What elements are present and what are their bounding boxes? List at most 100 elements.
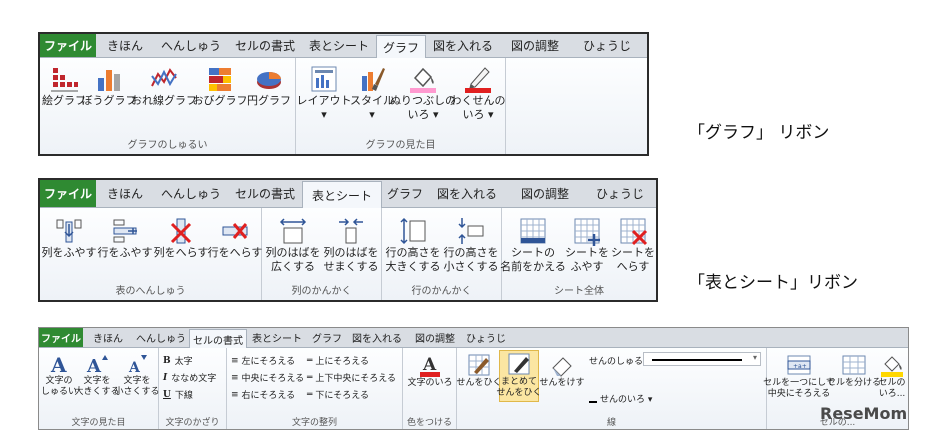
narrow-column-icon [339, 218, 363, 244]
tab-file[interactable]: ファイル [40, 180, 96, 207]
tab-cell-format[interactable]: セルの書式 [228, 34, 302, 57]
tab-graph[interactable]: グラフ [376, 35, 426, 58]
delete-row-button[interactable]: 行をへらす [208, 216, 262, 260]
align-top-button[interactable]: ═ 上にそろえる [307, 354, 369, 368]
tab-graph[interactable]: グラフ [382, 180, 428, 207]
grow-font-label: 文字を [83, 376, 111, 386]
tab-henshu[interactable]: へんしゅう [133, 328, 189, 347]
underline-label: 下線 [174, 391, 193, 401]
widen-column-button[interactable]: 列のはばを 広くする [264, 216, 322, 274]
pictograph-chart-label: 絵グラフ [42, 94, 86, 107]
tab-henshu[interactable]: へんしゅう [154, 180, 228, 207]
group-label-color: 色をつける [406, 418, 452, 428]
bar-chart-button[interactable]: ぼうグラフ [82, 64, 137, 108]
style-dropdown-icon[interactable]: ▾ [369, 108, 375, 122]
tab-figure-adjust[interactable]: 図の調整 [506, 180, 584, 207]
tab-cell-format[interactable]: セルの書式 [228, 180, 302, 207]
tab-henshu[interactable]: へんしゅう [154, 34, 228, 57]
cell-color-label: セルの [878, 378, 906, 388]
group-whole-sheet: シートの 名前をかえる シートを ふやす シートを へらす シート全体 [500, 208, 656, 300]
merge-center-label-2: 中央にそろえる [767, 389, 831, 399]
group-label-whole-sheet: シート全体 [554, 286, 604, 297]
rename-sheet-button[interactable]: シートの 名前をかえる [500, 216, 566, 274]
group-label-table-edit: 表のへんしゅう [115, 286, 186, 297]
align-center-button[interactable]: ≡ 中央にそろえる [231, 371, 304, 385]
pie-chart-button[interactable]: 円グラフ [246, 64, 292, 108]
tab-insert-figure[interactable]: 図を入れる [426, 34, 500, 57]
rename-sheet-icon [520, 218, 546, 244]
grow-font-icon: A [86, 355, 108, 376]
align-center-icon: ≡ [231, 372, 239, 383]
stacked-bar-chart-button[interactable]: おびグラフ [193, 64, 248, 108]
tab-kihon[interactable]: きほん [83, 328, 133, 347]
erase-border-button[interactable]: せんをけす [540, 352, 585, 389]
italic-button[interactable]: I ななめ文字 [163, 371, 216, 385]
shorter-row-label: 行の高さを [443, 246, 499, 259]
group-chart-type: 絵グラフ ぼうグラフ おれ線グラフ おびグラフ 円グラフ グラフのしゅるい [40, 58, 296, 154]
tab-view[interactable]: ひょうじ [570, 34, 644, 57]
line-chart-button[interactable]: おれ線グラフ [131, 64, 197, 108]
font-color-button[interactable]: A 文字のいろ [405, 352, 455, 389]
graph-ribbon-body: 絵グラフ ぼうグラフ おれ線グラフ おびグラフ 円グラフ グラフのしゅるい レイ… [40, 58, 647, 154]
taller-row-label: 行の高さを [385, 246, 441, 259]
svg-text:+a+: +a+ [793, 363, 807, 370]
group-text-decoration: B 太字 I ななめ文字 U 下線 文字のかざり [159, 348, 227, 429]
tab-file[interactable]: ファイル [40, 34, 96, 57]
align-bottom-button[interactable]: ═ 下にそろえる [307, 388, 369, 402]
split-cells-button[interactable]: セルを分ける [827, 352, 881, 389]
align-middle-button[interactable]: ═ 上下中央にそろえる [307, 371, 396, 385]
draw-border-button[interactable]: せんをひく [457, 352, 502, 389]
layout-dropdown-icon[interactable]: ▾ [321, 108, 327, 122]
taller-row-button[interactable]: 行の高さを 大きくする [384, 216, 442, 274]
tab-kihon[interactable]: きほん [96, 180, 154, 207]
tab-file[interactable]: ファイル [39, 328, 83, 347]
style-button[interactable]: スタイル ▾ [350, 64, 394, 122]
bold-button[interactable]: B 太字 [163, 354, 193, 368]
shorter-row-button[interactable]: 行の高さを 小さくする [442, 216, 500, 274]
cell-color-button[interactable]: セルの いろ... [877, 352, 907, 400]
tab-view[interactable]: ひょうじ [584, 180, 656, 207]
fill-color-button[interactable]: ぬりつぶしの いろ ▾ [390, 64, 456, 122]
delete-sheet-button[interactable]: シートを へらす [610, 216, 656, 274]
draw-border-grid-button[interactable]: まとめて せんをひく [497, 350, 542, 402]
tab-insert-figure[interactable]: 図を入れる [347, 328, 407, 347]
style-brush-icon [362, 68, 385, 91]
tab-table-sheet[interactable]: 表とシート [302, 181, 382, 208]
add-row-button[interactable]: 行をふやす [98, 216, 153, 260]
narrow-column-button[interactable]: 列のはばを せまくする [322, 216, 380, 274]
align-left-button[interactable]: ≡ 左にそろえる [231, 354, 295, 368]
align-left-icon: ≡ [231, 355, 239, 366]
add-sheet-button[interactable]: シートを ふやす [564, 216, 610, 274]
group-text-look: A 文字の しゅるい A 文字を 大きくする A 文字を 小さくする 文字の見た… [39, 348, 160, 429]
group-label-column-width: 列のかんかく [291, 286, 352, 297]
line-chart-label: おれ線グラフ [131, 94, 197, 107]
tab-cell-format[interactable]: セルの書式 [189, 329, 247, 348]
border-color-button[interactable]: わくせんの いろ ▾ [451, 64, 506, 122]
delete-column-button[interactable]: 列をへらす [154, 216, 208, 260]
fill-color-label: ぬりつぶしの [389, 94, 457, 107]
add-column-label: 列をふやす [41, 246, 97, 259]
shrink-font-button[interactable]: A 文字を 小さくする [115, 352, 160, 398]
rename-sheet-label: シートの [511, 246, 555, 259]
pictograph-chart-button[interactable]: 絵グラフ [42, 64, 86, 108]
tab-figure-adjust[interactable]: 図の調整 [500, 34, 570, 57]
tab-view[interactable]: ひょうじ [463, 328, 509, 347]
tab-graph[interactable]: グラフ [307, 328, 347, 347]
style-label: スタイル [350, 94, 394, 107]
layout-button[interactable]: レイアウト ▾ [297, 64, 352, 122]
underline-button[interactable]: U 下線 [163, 388, 193, 402]
grow-font-button[interactable]: A 文字を 大きくする [75, 352, 120, 398]
tab-table-sheet[interactable]: 表とシート [247, 328, 307, 347]
align-right-button[interactable]: ≡ 右にそろえる [231, 388, 295, 402]
tab-figure-adjust[interactable]: 図の調整 [407, 328, 463, 347]
tab-kihon[interactable]: きほん [96, 34, 154, 57]
font-type-button[interactable]: A 文字の しゅるい [41, 352, 77, 398]
shrink-font-icon: A [128, 355, 147, 376]
tab-table-sheet[interactable]: 表とシート [302, 34, 376, 57]
tab-insert-figure[interactable]: 図を入れる [428, 180, 506, 207]
line-type-dropdown[interactable]: ▾ [643, 352, 761, 366]
delete-sheet-icon [620, 218, 648, 246]
merge-center-button[interactable]: +a+ セルを一つにして 中央にそろえる [763, 352, 835, 400]
line-color-button[interactable]: せんのいろ ▾ [589, 392, 652, 405]
add-column-button[interactable]: 列をふやす [41, 216, 97, 260]
